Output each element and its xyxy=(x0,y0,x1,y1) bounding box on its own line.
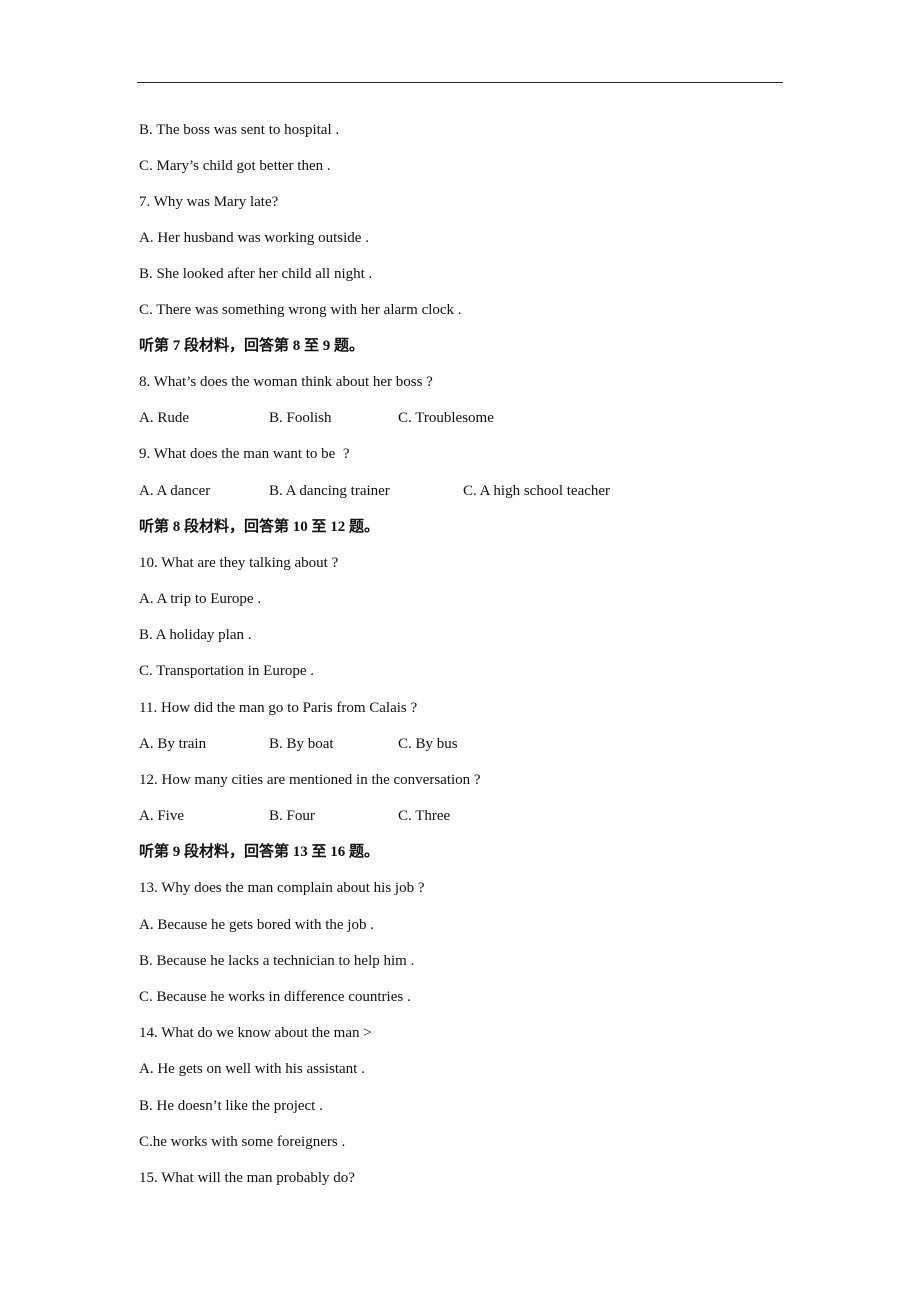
option-10a: A. A trip to Europe . xyxy=(139,591,262,607)
question-7: 7. Why was Mary late? xyxy=(139,194,279,210)
option-12b: B. Four xyxy=(269,808,315,824)
option-11b: B. By boat xyxy=(269,736,334,752)
option-8b: B. Foolish xyxy=(269,410,332,426)
option-14b: B. He doesn’t like the project . xyxy=(139,1098,323,1114)
question-10: 10. What are they talking about ? xyxy=(139,555,339,571)
option-9b: B. A dancing trainer xyxy=(269,483,390,499)
section-heading-8: 听第 8 段材料，回答第 10 至 12 题。 xyxy=(139,519,380,535)
option-9c: C. A high school teacher xyxy=(463,483,611,499)
question-15: 15. What will the man probably do? xyxy=(139,1170,355,1186)
option-11a: A. By train xyxy=(139,736,207,752)
question-11: 11. How did the man go to Paris from Cal… xyxy=(139,700,418,716)
option-12a: A. Five xyxy=(139,808,184,824)
option-8a: A. Rude xyxy=(139,410,189,426)
option-8c: C. Troublesome xyxy=(398,410,494,426)
option-12c: C. Three xyxy=(398,808,451,824)
section-heading-9: 听第 9 段材料，回答第 13 至 16 题。 xyxy=(139,844,380,860)
question-14: 14. What do we know about the man > xyxy=(139,1025,372,1041)
question-9: 9. What does the man want to be ? xyxy=(139,446,350,462)
option-13a: A. Because he gets bored with the job . xyxy=(139,917,374,933)
option-11c: C. By bus xyxy=(398,736,458,752)
question-13: 13. Why does the man complain about his … xyxy=(139,880,425,896)
option-13c: C. Because he works in difference countr… xyxy=(139,989,411,1005)
question-8: 8. What’s does the woman think about her… xyxy=(139,374,433,390)
option-6c: C. Mary’s child got better then . xyxy=(139,158,331,174)
header-rule xyxy=(137,82,783,83)
option-10c: C. Transportation in Europe . xyxy=(139,663,314,679)
option-10b: B. A holiday plan . xyxy=(139,627,252,643)
section-heading-7: 听第 7 段材料，回答第 8 至 9 题。 xyxy=(139,338,365,354)
option-13b: B. Because he lacks a technician to help… xyxy=(139,953,415,969)
option-9a: A. A dancer xyxy=(139,483,211,499)
option-7a: A. Her husband was working outside . xyxy=(139,230,369,246)
option-14c: C.he works with some foreigners . xyxy=(139,1134,346,1150)
option-7c: C. There was something wrong with her al… xyxy=(139,302,462,318)
option-7b: B. She looked after her child all night … xyxy=(139,266,373,282)
option-6b: B. The boss was sent to hospital . xyxy=(139,122,340,138)
option-14a: A. He gets on well with his assistant . xyxy=(139,1061,365,1077)
question-12: 12. How many cities are mentioned in the… xyxy=(139,772,481,788)
